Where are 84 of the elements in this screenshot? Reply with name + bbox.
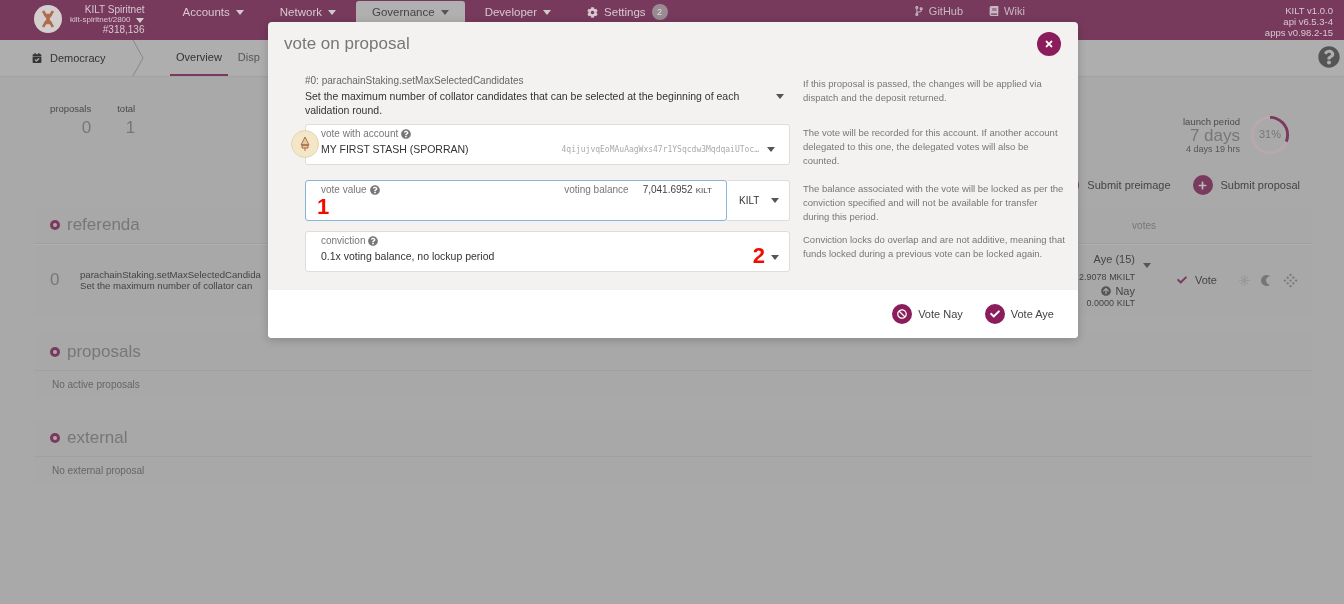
header-link[interactable]: GitHub — [913, 5, 964, 17]
caret-icon — [136, 17, 145, 23]
branch-icon — [913, 6, 924, 16]
time-remaining: 4 days 19 hrs — [1185, 144, 1240, 154]
close-button[interactable] — [1037, 31, 1061, 56]
section-title: Democracy — [32, 52, 132, 64]
caret-icon — [235, 9, 244, 15]
caret-icon — [776, 93, 784, 99]
avatar-icon — [291, 130, 319, 158]
nav-item[interactable]: Accounts — [166, 1, 260, 23]
dialog-title: vote on proposal — [284, 33, 410, 54]
count-badge: 2 — [651, 4, 668, 20]
logo-icon[interactable] — [34, 5, 62, 33]
field-label: vote with account — [321, 128, 775, 139]
check-icon — [1176, 275, 1187, 285]
caret-icon — [771, 198, 779, 203]
help-icon — [401, 128, 412, 139]
close-icon — [1044, 38, 1054, 49]
referendum-description: Set the maximum number of collator can — [80, 280, 254, 291]
tab[interactable]: Overview — [170, 40, 228, 76]
book-icon — [989, 6, 1000, 16]
unit-select[interactable]: KILT — [727, 180, 790, 221]
help-icon — [368, 235, 379, 246]
nav-item[interactable]: Network — [263, 1, 352, 23]
header-link[interactable]: Wiki — [989, 5, 1025, 17]
conviction-value: 0.1x voting balance, no lockup period — [321, 250, 495, 262]
stat-label: proposals — [50, 103, 92, 114]
ban-icon — [897, 309, 908, 319]
account-select[interactable]: vote with account MY FIRST STASH (SPORRAN) 4qijujvqEoMAuAagWxs47r1YSqcdw3MqdqaiUToc… — [305, 124, 790, 165]
chain-name: KILT Spiritnet — [84, 5, 145, 15]
field-label: conviction — [321, 235, 775, 246]
nav-item[interactable]: Governance — [356, 1, 465, 23]
account-name: MY FIRST STASH (SPORRAN) — [321, 143, 469, 155]
nav-item[interactable]: Settings 2 — [571, 1, 684, 23]
vote-value-input[interactable]: vote value voting balance 7,041.6952 KILT 1 — [305, 180, 727, 221]
help-text: If this proposal is passed, the changes will be applied via dispatch and the deposit returned. — [803, 77, 1043, 105]
caret-icon — [543, 9, 552, 15]
referendum-call: parachainStaking.setMaxSelectedCandida — [80, 269, 261, 280]
progress-ring — [1248, 113, 1292, 157]
vote-button[interactable]: Vote — [1176, 274, 1217, 286]
version-text: api v6.5.3-4 — [1283, 16, 1333, 27]
help-text: Conviction locks do overlap and are not additive, meaning that funds locked during a previous vote can be locked again. — [803, 233, 1065, 261]
field-label: vote value — [321, 184, 380, 195]
stat-label: launch period — [1182, 116, 1240, 127]
proposal-description: Set the maximum number of collator candidates that can be selected at the beginning of each validation round. — [305, 89, 741, 117]
caret-icon — [767, 146, 775, 152]
chain-id: kilt-spiritnet/2800 — [70, 15, 131, 25]
calendar-icon — [32, 53, 42, 63]
help-icon — [369, 184, 380, 195]
balance-value: 7,041.6952 KILT — [642, 184, 712, 195]
vote-aye-button[interactable]: Vote Aye — [984, 304, 1054, 324]
gear-icon — [587, 6, 599, 18]
arrow-up-icon — [1101, 285, 1112, 296]
submit-button[interactable]: Submit proposal — [1192, 175, 1300, 195]
version-text: apps v0.98.2-15 — [1264, 27, 1333, 38]
balance-label: voting balance — [564, 184, 629, 195]
caret-icon — [771, 255, 779, 260]
aye-amount: 2.9078 MKILT — [1079, 271, 1135, 282]
help-text: The vote will be recorded for this account. If another account delegated to this one, the delegated votes will also be counted. — [803, 126, 1059, 168]
version-text: KILT v1.0.0 — [1285, 5, 1333, 16]
check-icon — [989, 309, 1000, 319]
stat-label: total — [117, 103, 136, 114]
conviction-select[interactable]: conviction 0.1x voting balance, no lockup period 2 — [305, 231, 790, 272]
account-address: 4qijujvqEoMAuAagWxs47r1YSqcdw3MqdqaiUToc… — [561, 144, 759, 154]
proposal-call: #0: parachainStaking.setMaxSelectedCandidates — [305, 75, 525, 86]
breadcrumb-divider — [132, 40, 144, 76]
vote-nay-button[interactable]: Vote Nay — [892, 304, 963, 324]
empty-message: No active proposals — [51, 378, 141, 392]
help-icon[interactable] — [1318, 46, 1340, 68]
nay-amount: 0.0000 KILT — [1086, 297, 1135, 308]
dots-icon[interactable] — [1283, 272, 1298, 288]
tab[interactable]: Disp — [231, 40, 266, 76]
caret-icon — [328, 9, 336, 15]
nay-label: Nay — [1101, 284, 1135, 297]
caret-icon — [440, 9, 449, 15]
block-number: #318,136 — [102, 25, 145, 35]
plus-icon — [1192, 175, 1213, 195]
help-text: The balance associated with the vote will be locked as per the conviction specified and will not be available for transfer during this period. — [803, 182, 1065, 224]
aye-count: Aye (15) — [1093, 252, 1135, 265]
empty-message: No external proposal — [51, 464, 146, 478]
annotation-number: 2 — [752, 245, 765, 267]
nav-item[interactable]: Developer — [468, 1, 568, 23]
annotation-number: 1 — [317, 196, 330, 218]
caret-icon — [1142, 262, 1151, 268]
